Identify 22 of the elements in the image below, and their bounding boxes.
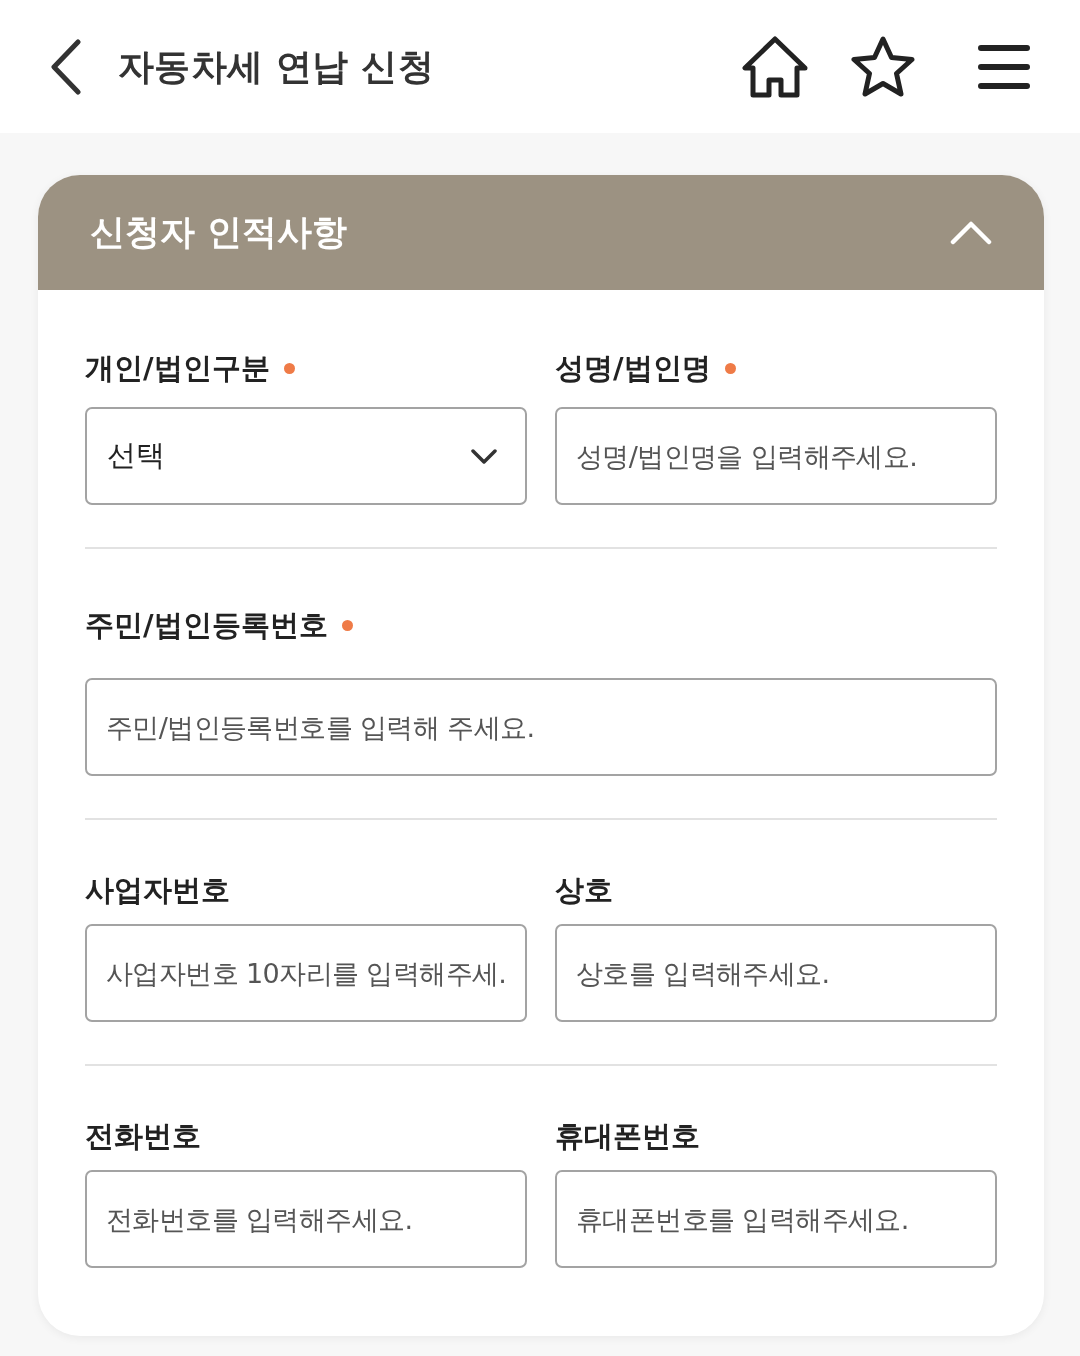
chevron-up-icon[interactable] xyxy=(950,220,992,245)
field-label: 전화번호 xyxy=(85,1119,201,1153)
field-label: 사업자번호 xyxy=(85,873,230,907)
text-field[interactable]: 전화번호를 입력해주세요. xyxy=(85,1170,527,1268)
back-icon[interactable] xyxy=(50,38,82,95)
text-field[interactable]: 주민/법인등록번호를 입력해 주세요. xyxy=(85,678,997,776)
section-title: 신청자 인적사항 xyxy=(90,211,348,255)
menu-icon[interactable] xyxy=(978,44,1030,89)
field-label: 성명/법인명 xyxy=(555,351,711,385)
field-label: 상호 xyxy=(555,873,613,907)
chevron-down-icon xyxy=(471,448,497,464)
text-field[interactable]: 사업자번호 10자리를 입력해주세. xyxy=(85,924,527,1022)
select-dropdown[interactable]: 선택 xyxy=(85,407,527,505)
text-field[interactable]: 휴대폰번호를 입력해주세요. xyxy=(555,1170,997,1268)
home-icon[interactable] xyxy=(742,35,808,98)
text-field[interactable]: 상호를 입력해주세요. xyxy=(555,924,997,1022)
star-icon[interactable] xyxy=(850,35,916,98)
page-title: 자동차세 연납 신청 xyxy=(118,44,435,89)
field-label: 주민/법인등록번호 xyxy=(85,608,328,642)
text-field[interactable]: 성명/법인명을 입력해주세요. xyxy=(555,407,997,505)
field-label: 휴대폰번호 xyxy=(555,1119,700,1153)
field-label: 개인/법인구분 xyxy=(85,351,270,385)
